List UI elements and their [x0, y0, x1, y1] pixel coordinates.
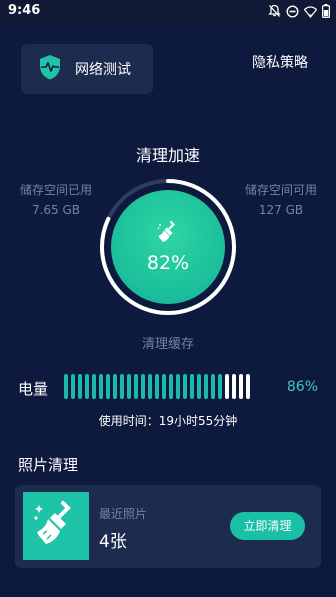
battery-bar: [246, 374, 250, 399]
battery-bar: [106, 374, 110, 399]
storage-used: 储存空间已用 7.65 GB: [14, 181, 98, 217]
battery-bar: [176, 374, 180, 399]
battery-bar: [211, 374, 215, 399]
clean-cache-button[interactable]: 清理缓存: [0, 333, 336, 352]
speedup-title: 清理加速: [135, 146, 200, 165]
battery-bar: [169, 374, 173, 399]
battery-bar: [64, 374, 68, 399]
battery-bar: [134, 374, 138, 399]
status-icons: [268, 4, 331, 22]
battery-bar: [113, 374, 117, 399]
storage-available: 储存空间可用 127 GB: [238, 181, 324, 217]
gauge-percent: 82%: [146, 252, 190, 274]
battery-level-bars: [64, 374, 250, 399]
battery-percent: 86%: [286, 379, 318, 395]
storage-gauge[interactable]: 82%: [97, 176, 239, 318]
battery-bar: [225, 374, 229, 399]
battery-label: 电量: [18, 380, 49, 398]
wifi-icon: [303, 5, 318, 22]
battery-usage-time: 使用时间：19小时55分钟: [98, 414, 238, 428]
battery-bar: [155, 374, 159, 399]
notifications-off-icon: [268, 4, 281, 22]
photo-clean-card[interactable]: 最近照片 4张 立即清理: [15, 485, 321, 568]
photo-clean-title: 照片清理: [18, 456, 79, 474]
photo-thumbnail: [23, 492, 89, 560]
battery-bar: [78, 374, 82, 399]
battery-bar: [232, 374, 236, 399]
do-not-disturb-icon: [286, 4, 299, 22]
storage-available-label: 储存空间可用: [244, 183, 317, 197]
network-test-button[interactable]: 网络测试: [21, 44, 153, 94]
storage-used-value: 7.65 GB: [31, 203, 81, 217]
status-time: 9:46: [8, 3, 41, 18]
clean-now-button[interactable]: 立即清理: [230, 512, 305, 540]
recent-photos-label: 最近照片: [99, 507, 148, 521]
gauge-center[interactable]: 82%: [111, 190, 225, 304]
battery-icon: [322, 4, 331, 22]
battery-bar: [85, 374, 89, 399]
battery-bar: [92, 374, 96, 399]
battery-bar: [148, 374, 152, 399]
status-bar: 9:46: [0, 0, 336, 22]
battery-bar: [99, 374, 103, 399]
storage-used-label: 储存空间已用: [19, 183, 92, 197]
battery-bar: [71, 374, 75, 399]
battery-bar: [239, 374, 243, 399]
battery-bar: [183, 374, 187, 399]
broom-icon: [156, 220, 180, 248]
battery-bar: [120, 374, 124, 399]
battery-bar: [141, 374, 145, 399]
broom-icon: [31, 499, 81, 553]
battery-bar: [218, 374, 222, 399]
battery-bar: [197, 374, 201, 399]
battery-bar: [190, 374, 194, 399]
photo-count: 4张: [99, 532, 127, 552]
battery-bar: [127, 374, 131, 399]
network-test-label: 网络测试: [75, 62, 131, 78]
shield-pulse-icon: [35, 52, 65, 86]
battery-bar: [162, 374, 166, 399]
battery-bar: [204, 374, 208, 399]
privacy-policy-link[interactable]: 隐私策略: [252, 52, 308, 72]
storage-available-value: 127 GB: [258, 203, 304, 217]
